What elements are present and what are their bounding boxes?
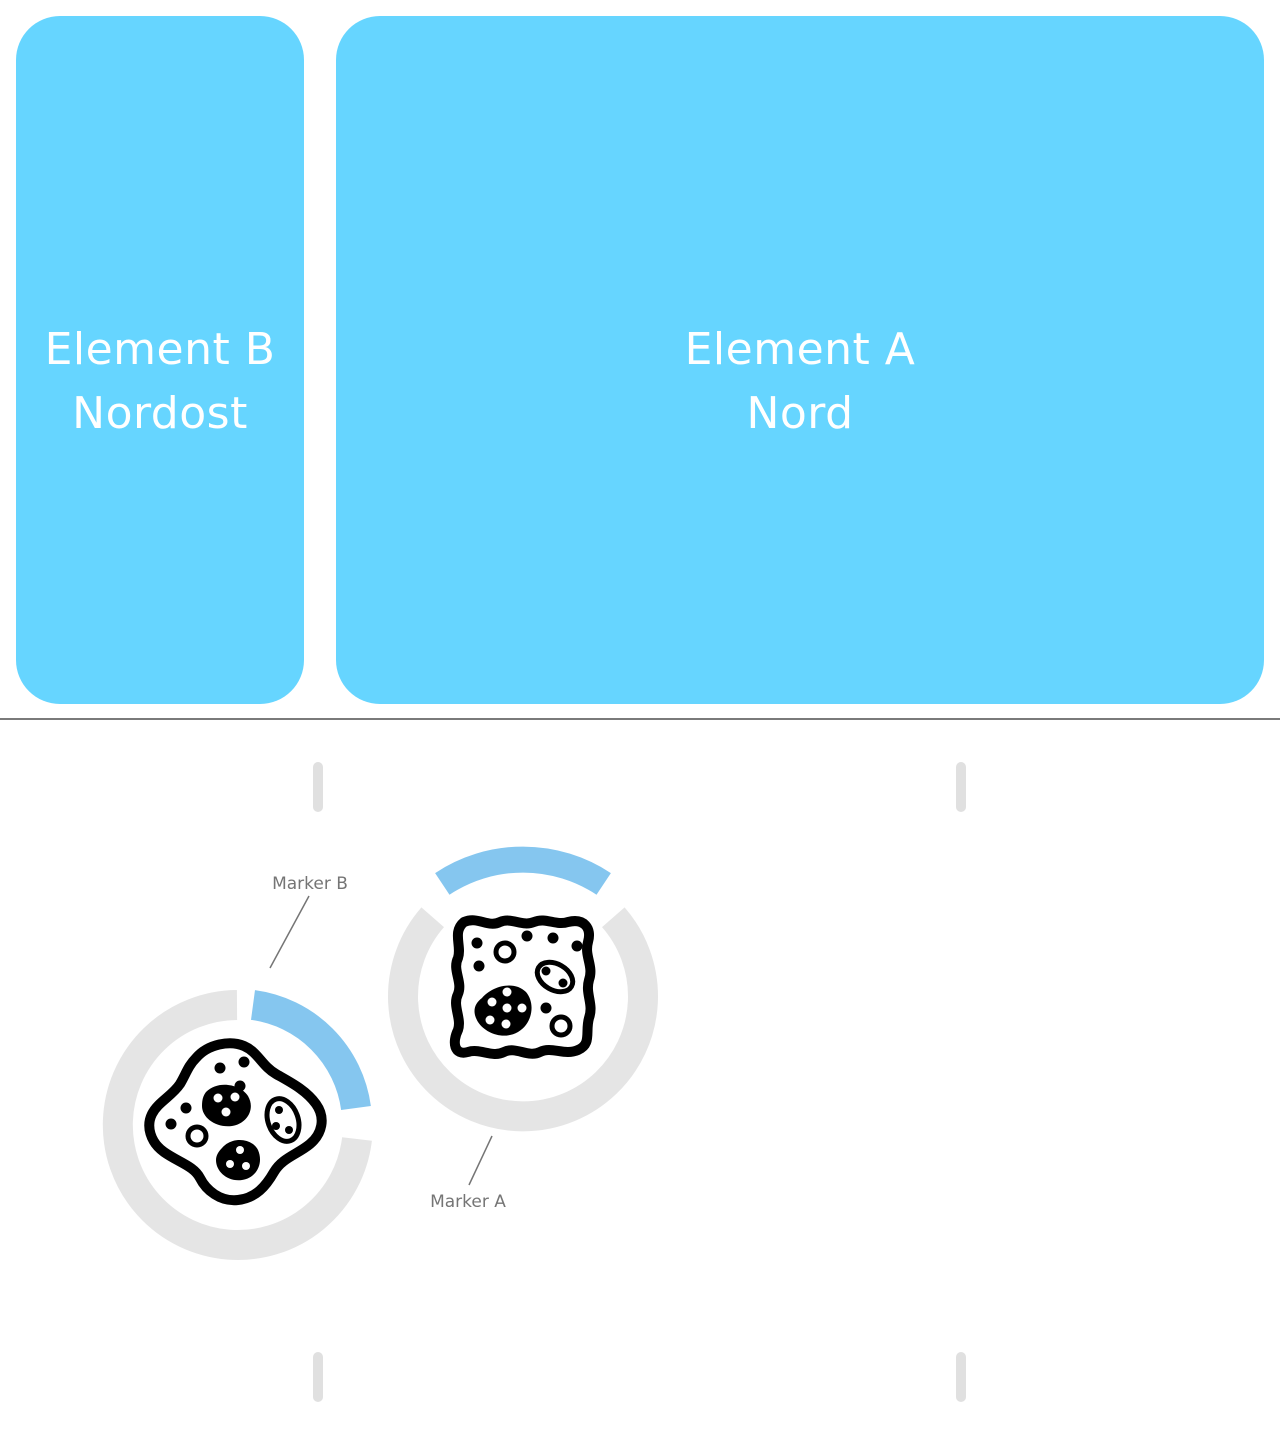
- canvas: Element B Nordost Element A Nord Marker …: [0, 0, 1280, 1440]
- marker-a-ring-accent: [435, 846, 611, 895]
- marker-a-label: Marker A: [430, 1192, 506, 1212]
- marker-a-leader-line: [468, 1135, 493, 1186]
- marker-b-label: Marker B: [272, 874, 348, 894]
- cell-cluster-square-icon: [449, 915, 596, 1059]
- marker-a[interactable]: Marker A: [388, 846, 658, 1212]
- marker-b[interactable]: Marker B: [102, 874, 372, 1260]
- marker-diagram: Marker A Marker B: [102, 762, 966, 1402]
- cell-cluster-blob-icon: [144, 1038, 327, 1206]
- tick-marks: [313, 762, 966, 1402]
- marker-b-leader-line: [269, 895, 310, 969]
